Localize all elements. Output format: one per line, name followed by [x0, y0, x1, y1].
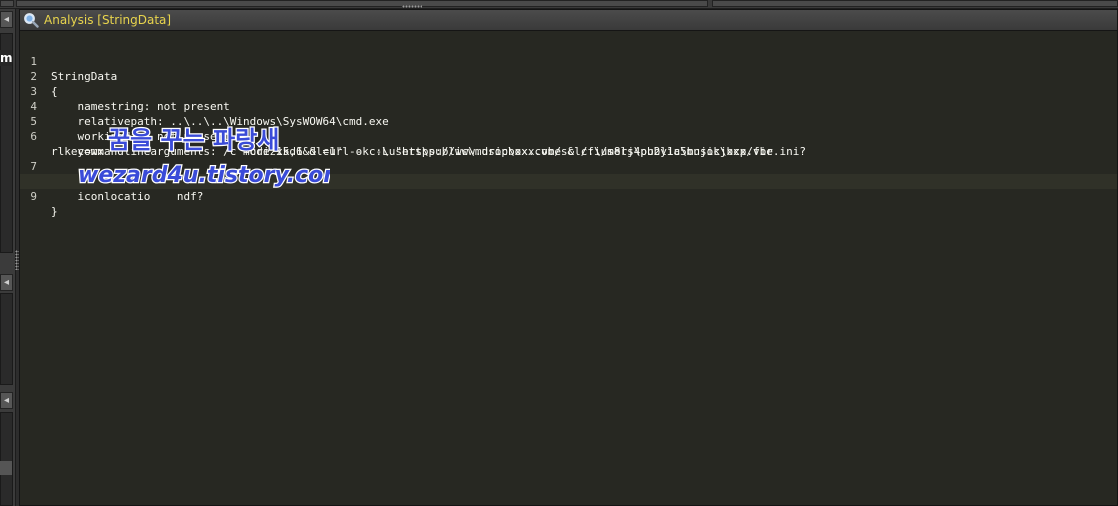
- code-text: iconlocatio ndf?: [51, 190, 204, 203]
- left-panel-pane-top: [0, 33, 13, 253]
- top-bar-segment-center: [16, 0, 708, 7]
- top-bar-segment-left: [0, 0, 14, 7]
- left-panel-pane-middle: [0, 293, 13, 385]
- code-line: 7: [20, 144, 1117, 173]
- left-panel-pane-bottom: [0, 412, 13, 506]
- left-panel-selected-item[interactable]: m: [0, 50, 13, 66]
- panel-titlebar: Analysis [StringData]: [20, 10, 1117, 31]
- code-editor[interactable]: 1 StringData 2 { 3 namestring: not prese…: [20, 31, 1117, 505]
- code-line-current: 9 }: [20, 174, 1117, 218]
- line-number: 9: [30, 190, 37, 203]
- collapse-panel-icon-top[interactable]: ◂: [0, 11, 13, 28]
- magnifier-icon: [24, 13, 39, 28]
- left-side-panel: ◂ m ◂ ◂: [0, 9, 16, 506]
- code-line: 5 workingdir: not present: [20, 99, 1117, 143]
- code-text: }: [51, 205, 58, 218]
- app-window: ◂ m ◂ ◂ Analysis [StringData] 1 StringDa…: [0, 0, 1118, 506]
- top-bar-segment-right: [712, 0, 1118, 7]
- code-line: 2 {: [20, 54, 1117, 98]
- code-line-wrapped: rlkey=wx =crizxkd6&dl=1" -o c:\users\pub…: [20, 129, 1117, 158]
- left-panel-selected-row[interactable]: [0, 461, 12, 475]
- code-line: 4 relativepath: ..\..\..\Windows\SysWOW6…: [20, 84, 1117, 128]
- code-line: 1 StringData: [20, 39, 1117, 83]
- horizontal-splitter-grip[interactable]: [402, 5, 422, 8]
- code-line: 6 commandlinearguments: /c mode 15,1 & c…: [20, 114, 1117, 158]
- panel-title: Analysis [StringData]: [44, 13, 172, 27]
- collapse-panel-icon-bottom[interactable]: ◂: [0, 392, 13, 409]
- code-line: 3 namestring: not present: [20, 69, 1117, 113]
- analysis-panel: Analysis [StringData] 1 StringData 2 { 3…: [19, 9, 1118, 506]
- collapse-panel-icon-middle[interactable]: ◂: [0, 274, 13, 291]
- top-splitter-bar: [0, 0, 1118, 9]
- code-line: 8 iconlocatio ndf?: [20, 159, 1117, 203]
